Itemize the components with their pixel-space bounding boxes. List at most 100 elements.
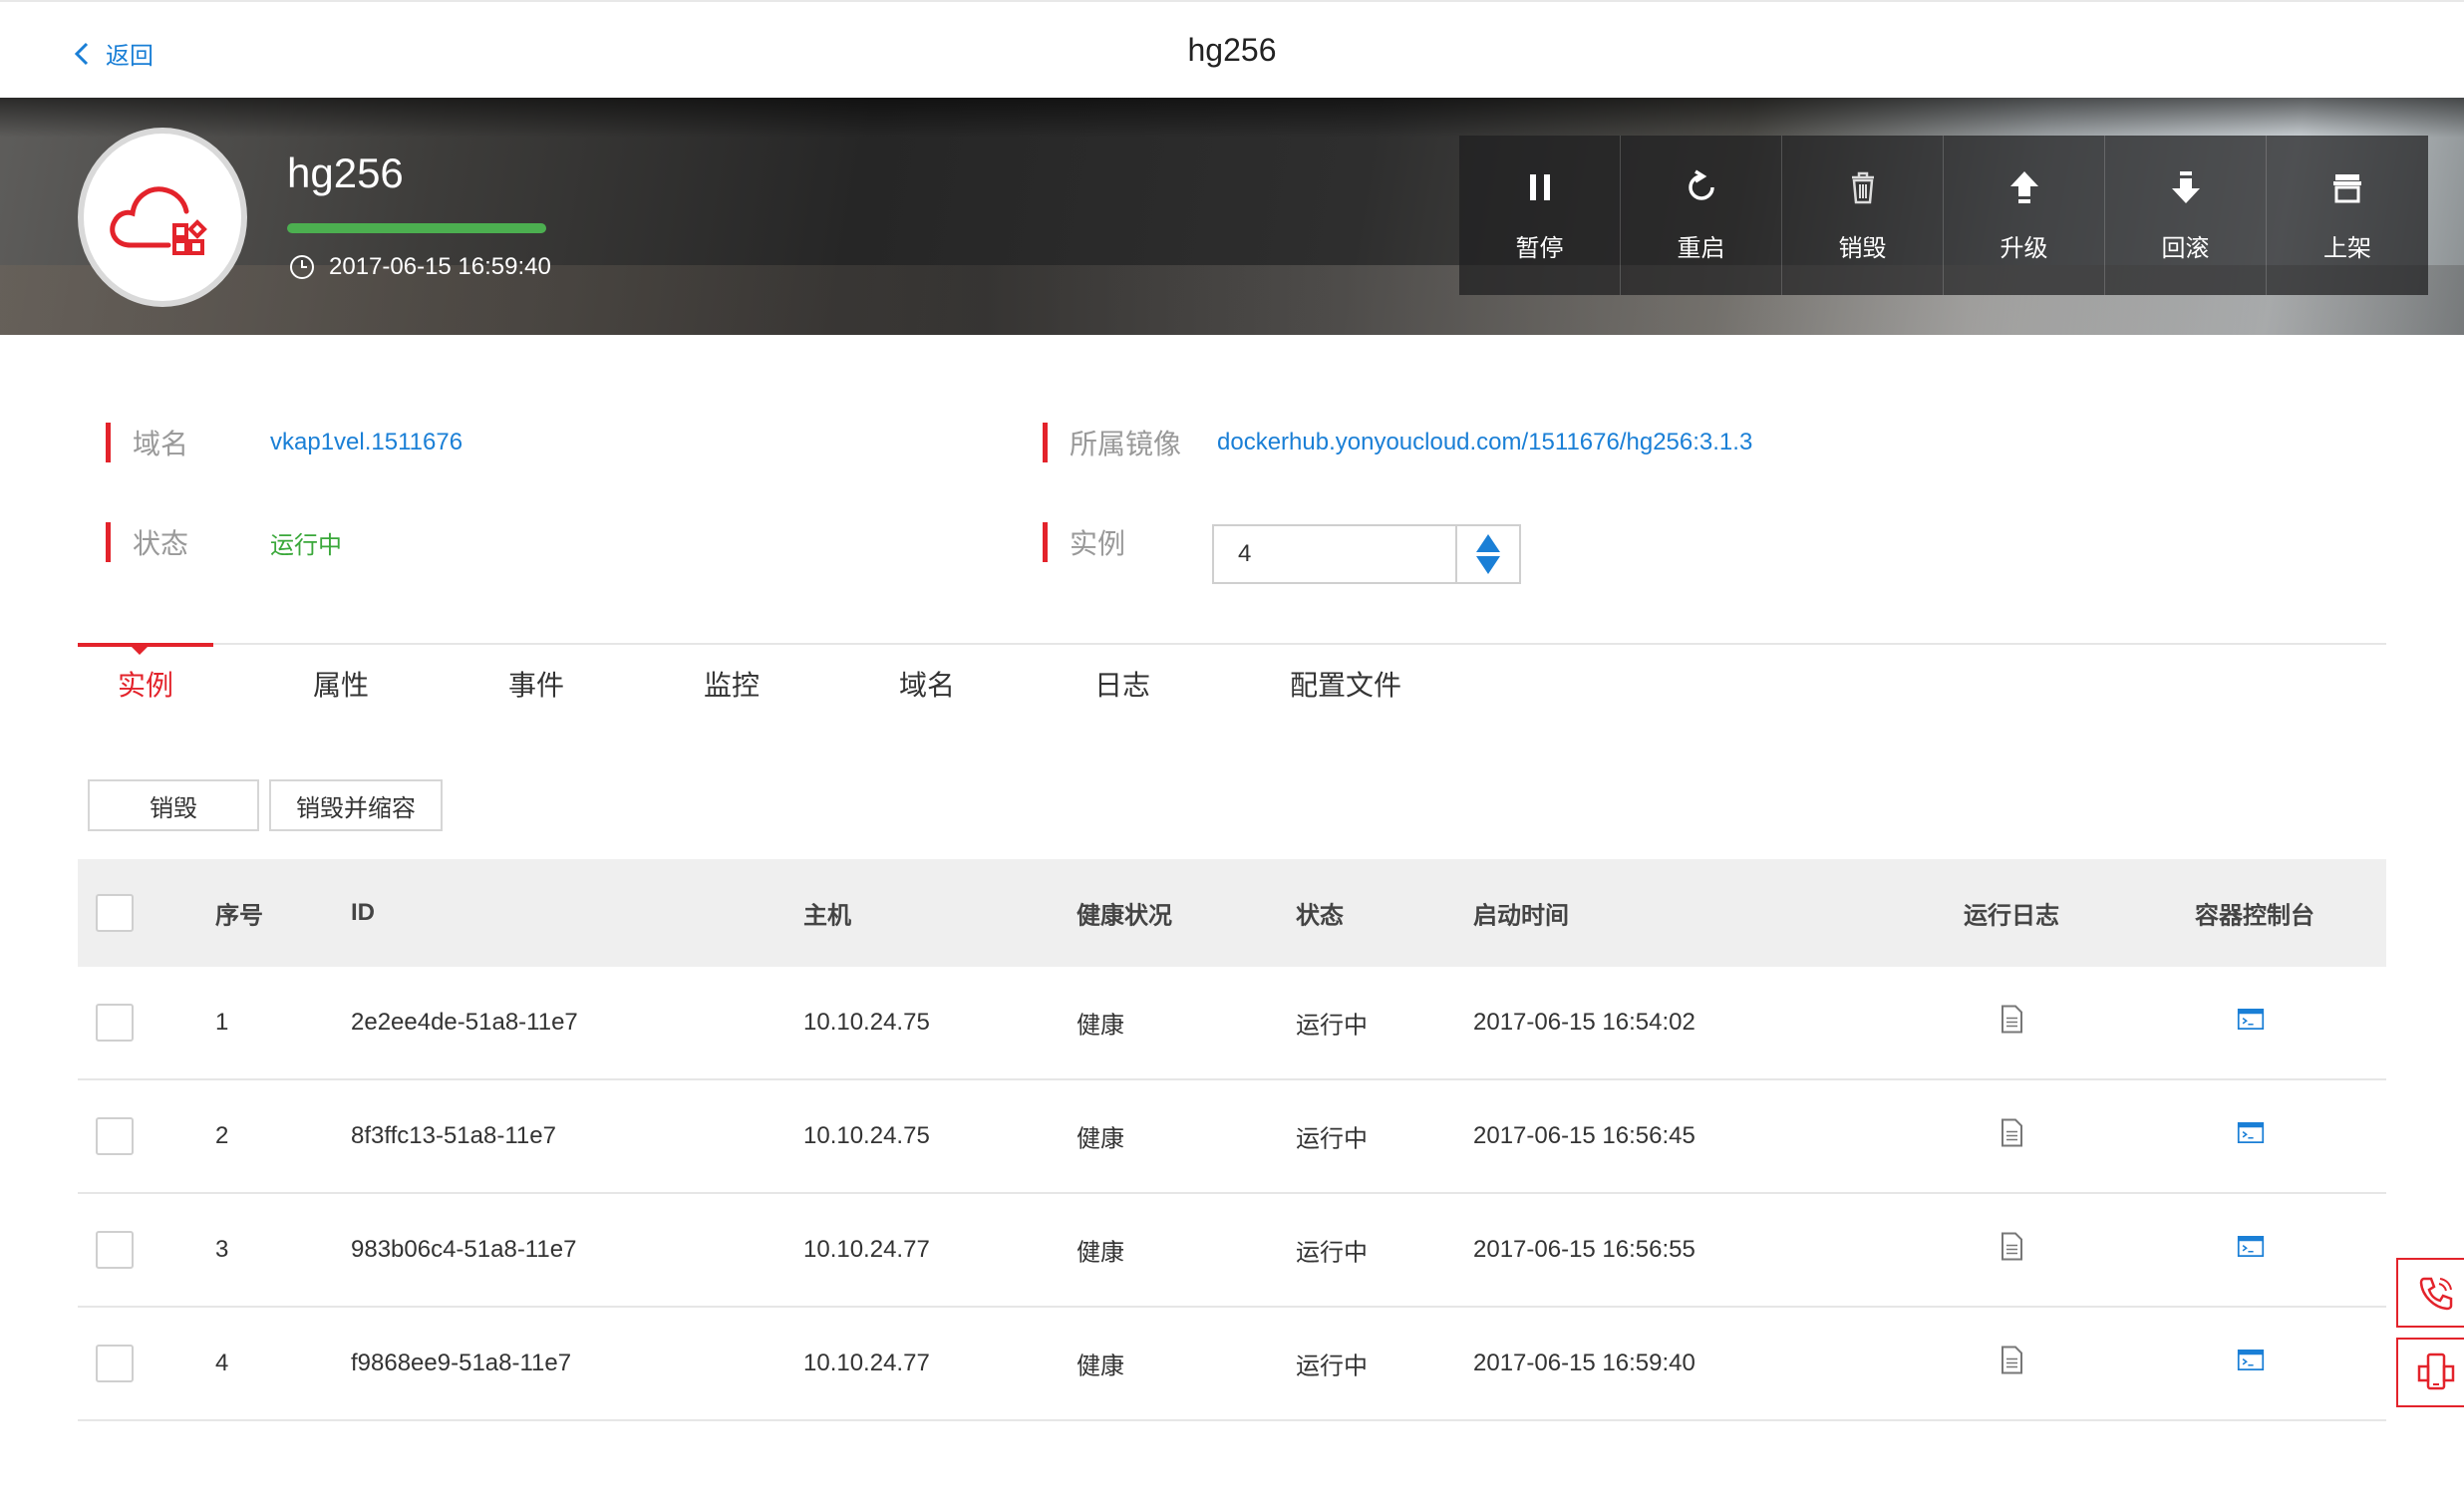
app-avatar [78,128,247,307]
console-button[interactable] [2237,1005,2265,1042]
select-all-checkbox[interactable] [96,894,134,932]
row-host: 10.10.24.77 [803,1236,930,1263]
row-host: 10.10.24.77 [803,1350,930,1376]
increment-arrow-icon[interactable] [1476,534,1500,552]
restart-button[interactable]: 重启 [1621,136,1782,295]
terminal-icon [2237,1350,2265,1370]
created-time-text: 2017-06-15 16:59:40 [329,253,551,280]
console-button[interactable] [2237,1118,2265,1155]
tabs-divider [78,643,2386,645]
instances-label: 实例 [1070,528,1126,559]
rollback-label: 回滚 [2161,234,2210,262]
row-host: 10.10.24.75 [803,1009,930,1036]
progress-fill [287,223,546,233]
stepper-buttons [1457,526,1519,582]
instance-count-stepper [1212,524,1521,584]
tab-instances[interactable]: 实例 [118,664,173,704]
table-row: 4 f9868ee9-51a8-11e7 10.10.24.77 健康 运行中 … [78,1308,2386,1421]
row-id: f9868ee9-51a8-11e7 [351,1350,572,1376]
upgrade-button[interactable]: 升级 [1944,136,2105,295]
image-label: 所属镜像 [1070,429,1182,459]
row-start-time: 2017-06-15 16:56:45 [1473,1122,1695,1149]
terminal-icon [2237,1122,2265,1143]
tab-domains[interactable]: 域名 [899,664,955,704]
instance-count-input[interactable] [1214,526,1457,582]
domain-info: 域名 vkap1vel.1511676 [106,423,462,462]
destroy-and-scale-button[interactable]: 销毁并缩容 [269,779,443,831]
app-banner: hg256 2017-06-15 16:59:40 暂停 重启 销毁 升级 回滚 [0,98,2464,335]
accent-bar [106,522,111,562]
tab-config-files[interactable]: 配置文件 [1290,664,1401,704]
active-tab-caret [132,647,148,655]
rollback-icon [2171,170,2200,203]
instances-table: 序号 ID 主机 健康状况 状态 启动时间 运行日志 容器控制台 1 2e2ee… [78,859,2386,1421]
pause-label: 暂停 [1515,234,1564,262]
cloud-app-icon [110,186,207,255]
row-id: 983b06c4-51a8-11e7 [351,1236,577,1263]
log-button[interactable] [1998,1346,2025,1382]
tab-logs[interactable]: 日志 [1094,664,1150,704]
domain-link[interactable]: vkap1vel.1511676 [270,429,462,456]
log-button[interactable] [1998,1232,2025,1269]
accent-bar [1043,423,1048,462]
console-button[interactable] [2237,1346,2265,1382]
log-button[interactable] [1998,1005,2025,1042]
status-value: 运行中 [270,531,342,559]
row-checkbox[interactable] [96,1231,134,1269]
table-row: 2 8f3ffc13-51a8-11e7 10.10.24.75 健康 运行中 … [78,1080,2386,1194]
tab-monitoring[interactable]: 监控 [704,664,760,704]
status-info: 状态 运行中 [106,522,342,562]
row-status: 运行中 [1296,1239,1368,1267]
table-row: 1 2e2ee4de-51a8-11e7 10.10.24.75 健康 运行中 … [78,967,2386,1080]
header-run-log: 运行日志 [1964,902,2059,930]
top-bar: 返回 hg256 [0,0,2464,98]
row-checkbox[interactable] [96,1117,134,1155]
rollback-button[interactable]: 回滚 [2105,136,2267,295]
destroy-button[interactable]: 销毁 [88,779,259,831]
tab-events[interactable]: 事件 [508,664,564,704]
row-start-time: 2017-06-15 16:54:02 [1473,1009,1695,1036]
device-support-button[interactable] [2396,1338,2464,1407]
header-index: 序号 [215,902,263,930]
mobile-device-icon [2417,1353,2455,1390]
created-time: 2017-06-15 16:59:40 [289,253,551,281]
phone-support-button[interactable] [2396,1258,2464,1328]
phone-icon [2419,1277,2453,1311]
publish-button[interactable]: 上架 [2267,136,2428,295]
upgrade-label: 升级 [2000,234,2048,262]
terminal-icon [2237,1009,2265,1030]
decrement-arrow-icon[interactable] [1476,556,1500,574]
table-row: 3 983b06c4-51a8-11e7 10.10.24.77 健康 运行中 … [78,1194,2386,1308]
terminal-icon [2237,1236,2265,1257]
row-status: 运行中 [1296,1353,1368,1380]
pause-button[interactable]: 暂停 [1459,136,1621,295]
image-info: 所属镜像 dockerhub.yonyoucloud.com/1511676/h… [1043,423,1752,462]
row-id: 2e2ee4de-51a8-11e7 [351,1009,578,1036]
row-index: 1 [215,1009,229,1036]
status-label: 状态 [133,528,189,559]
console-button[interactable] [2237,1232,2265,1269]
header-health: 健康状况 [1077,902,1172,930]
clock-icon [290,255,314,279]
row-checkbox[interactable] [96,1004,134,1042]
row-index: 2 [215,1122,229,1149]
row-health: 健康 [1077,1239,1124,1267]
table-header: 序号 ID 主机 健康状况 状态 启动时间 运行日志 容器控制台 [78,859,2386,967]
row-index: 4 [215,1350,229,1376]
row-checkbox[interactable] [96,1345,134,1382]
document-icon [2002,1118,2022,1147]
header-status: 状态 [1296,902,1344,930]
action-toolbar: 暂停 重启 销毁 升级 回滚 上架 [1459,136,2428,295]
row-health: 健康 [1077,1353,1124,1380]
tab-properties[interactable]: 属性 [313,664,369,704]
image-link[interactable]: dockerhub.yonyoucloud.com/1511676/hg256:… [1217,429,1752,456]
accent-bar [1043,522,1048,562]
row-health: 健康 [1077,1125,1124,1153]
header-host: 主机 [803,902,851,930]
destroy-app-button[interactable]: 销毁 [1782,136,1944,295]
document-icon [2002,1346,2022,1374]
domain-label: 域名 [133,429,189,459]
row-status: 运行中 [1296,1125,1368,1153]
header-id: ID [351,899,375,926]
log-button[interactable] [1998,1118,2025,1155]
